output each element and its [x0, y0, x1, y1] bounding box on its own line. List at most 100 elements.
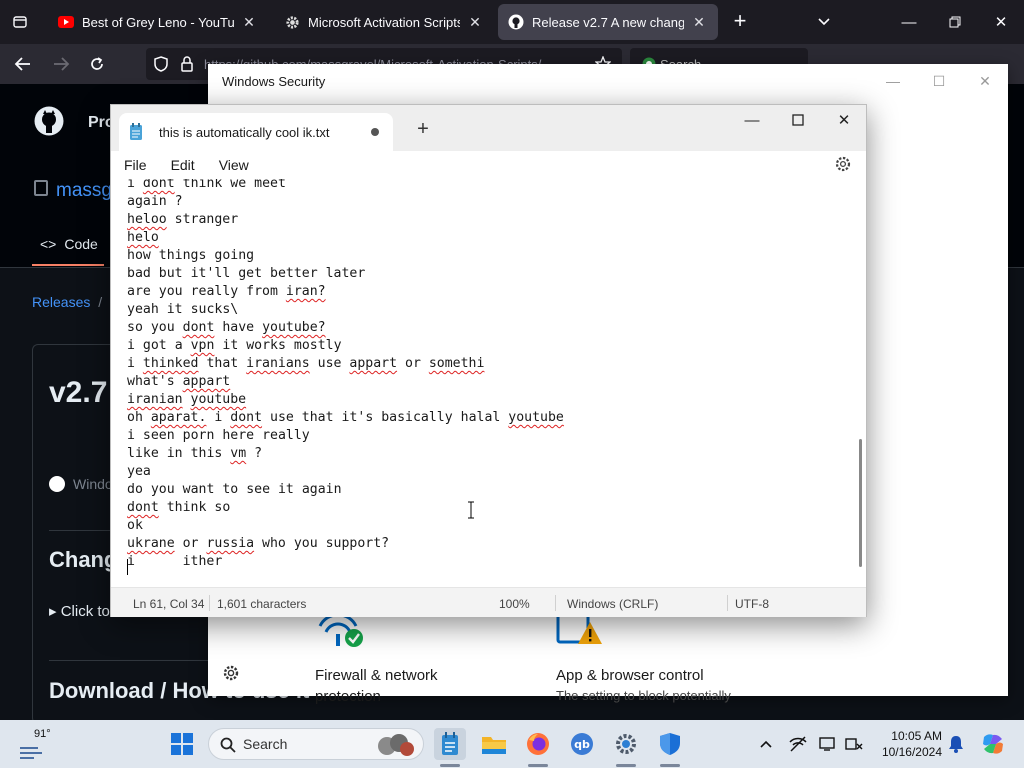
browser-tab-mas[interactable]: Microsoft Activation Scripts (M ✕	[274, 4, 494, 40]
repo-name-link[interactable]: massg	[56, 180, 112, 202]
weather-icon	[20, 747, 42, 759]
minimize-icon[interactable]: —	[894, 8, 924, 36]
notepad-statusbar: Ln 61, Col 34 1,601 characters 100% Wind…	[111, 587, 866, 617]
settings-icon[interactable]	[610, 728, 642, 760]
vertical-scrollbar[interactable]	[859, 439, 862, 567]
taskbar-search[interactable]: Search	[208, 728, 424, 760]
line-ending[interactable]: Windows (CRLF)	[567, 597, 658, 611]
gear-icon	[284, 14, 300, 30]
chevron-up-icon[interactable]	[756, 734, 776, 754]
close-icon[interactable]: ✕	[821, 105, 867, 135]
close-tab-icon[interactable]: ✕	[240, 13, 258, 31]
windows-security-titlebar: Windows Security — ☐ ✕	[208, 64, 1008, 98]
notepad-tab[interactable]: this is automatically cool ik.txt	[119, 113, 393, 151]
editor-line: i ither	[127, 554, 223, 569]
code-icon: <>	[40, 236, 57, 252]
notepad-window: this is automatically cool ik.txt + — ✕ …	[110, 104, 867, 617]
notepad-menubar: File Edit View	[111, 151, 866, 179]
editor-line: how things going	[127, 248, 255, 263]
search-highlight-icon	[378, 734, 414, 756]
file-explorer-icon[interactable]	[478, 728, 510, 760]
notepad-tab-title: this is automatically cool ik.txt	[159, 124, 330, 140]
menu-edit[interactable]: Edit	[171, 157, 195, 173]
firefox-icon[interactable]	[522, 728, 554, 760]
restore-icon[interactable]	[940, 8, 970, 36]
cursor-position: Ln 61, Col 34	[133, 597, 205, 611]
character-count: 1,601 characters	[217, 597, 307, 611]
menu-view[interactable]: View	[219, 157, 249, 173]
clock-date: 10/16/2024	[881, 745, 942, 759]
editor-line: ok	[127, 518, 143, 533]
breadcrumb-separator: /	[98, 294, 103, 310]
editor-line: are you really from iran?	[127, 284, 326, 299]
maximize-icon[interactable]	[775, 105, 821, 135]
clock[interactable]: 10:05 AM 10/16/2024	[874, 728, 942, 760]
github-icon	[508, 14, 524, 30]
warning-shield-icon	[556, 612, 606, 648]
firewall-tile-title[interactable]: Firewall & network	[315, 667, 438, 684]
editor-text: i dont think we meet again ? heloo strange…	[127, 179, 564, 570]
tab-code[interactable]: <> Code	[40, 236, 98, 252]
encoding[interactable]: UTF-8	[735, 597, 769, 611]
tab-overview-icon[interactable]	[6, 8, 34, 36]
editor-line: like in this vm ?	[127, 446, 263, 461]
zoom-level[interactable]: 100%	[499, 597, 530, 611]
editor-line: yea	[127, 464, 151, 479]
windows-security-icon[interactable]	[654, 728, 686, 760]
app-browser-tile-title[interactable]: App & browser control	[556, 667, 704, 684]
new-tab-button[interactable]: +	[413, 119, 433, 140]
network-offline-icon[interactable]	[788, 734, 808, 754]
forward-icon[interactable]	[48, 52, 74, 76]
copilot-icon[interactable]	[980, 731, 1006, 757]
menu-file[interactable]: File	[124, 157, 147, 173]
unsaved-indicator-icon[interactable]	[371, 128, 379, 136]
close-tab-icon[interactable]: ✕	[690, 13, 708, 31]
new-tab-button[interactable]: +	[728, 10, 752, 34]
close-icon[interactable]: ✕	[962, 66, 1008, 96]
github-logo-icon[interactable]	[34, 106, 64, 136]
app-browser-tile-subtitle: The setting to block potentially	[556, 688, 731, 703]
minimize-icon[interactable]: —	[729, 105, 775, 135]
browser-tab-youtube[interactable]: Best of Grey Leno - YouTube ✕	[48, 4, 268, 40]
qbittorrent-icon[interactable]: qb	[566, 728, 598, 760]
editor-line: iranian youtube	[127, 392, 247, 407]
start-icon[interactable]	[166, 728, 198, 760]
notepad-icon[interactable]	[434, 728, 466, 760]
notification-bell-icon[interactable]	[946, 734, 966, 754]
status-separator	[555, 595, 556, 611]
volume-muted-icon[interactable]	[844, 734, 864, 754]
editor-line: i dont think we meet	[127, 179, 286, 191]
minimize-icon[interactable]: —	[870, 66, 916, 96]
taskbar: 91° Search qb 10:05 AM 10/16/2024	[0, 720, 1024, 768]
settings-gear-icon[interactable]	[222, 664, 240, 682]
click-to-expand[interactable]: ▸ Click to	[49, 602, 110, 620]
shield-icon[interactable]	[148, 52, 174, 76]
editor-line: yeah it sucks\	[127, 302, 239, 317]
maximize-icon[interactable]: ☐	[916, 66, 962, 96]
chevron-down-icon[interactable]	[816, 10, 836, 34]
close-icon[interactable]: ✕	[986, 8, 1016, 36]
search-icon	[220, 737, 236, 753]
divider	[49, 660, 229, 661]
browser-tab-release[interactable]: Release v2.7 A new change Offi ✕	[498, 4, 718, 40]
clock-time: 10:05 AM	[891, 729, 942, 743]
wifi-shield-icon	[316, 612, 366, 648]
editor-line: helo	[127, 230, 159, 245]
running-app-indicator	[528, 764, 548, 767]
close-tab-icon[interactable]: ✕	[466, 13, 484, 31]
breadcrumb-releases-link[interactable]: Releases	[32, 294, 90, 310]
weather-widget[interactable]: 91°	[18, 728, 58, 762]
reload-icon[interactable]	[84, 52, 110, 76]
lock-icon[interactable]	[174, 52, 200, 76]
status-separator	[727, 595, 728, 611]
back-icon[interactable]	[10, 52, 36, 76]
display-icon[interactable]	[818, 734, 838, 754]
editor-line: i got a vpn it works mostly	[127, 338, 342, 353]
text-editor[interactable]: i dont think we meet again ? heloo strange…	[111, 179, 857, 570]
editor-line: dont think so	[127, 500, 231, 515]
editor-line: i seen porn here really	[127, 428, 310, 443]
editor-line: bad but it'll get better later	[127, 266, 366, 281]
running-app-indicator	[660, 764, 680, 767]
browser-tab-bar: Best of Grey Leno - YouTube ✕ Microsoft …	[0, 0, 1024, 44]
settings-gear-icon[interactable]	[834, 155, 852, 173]
